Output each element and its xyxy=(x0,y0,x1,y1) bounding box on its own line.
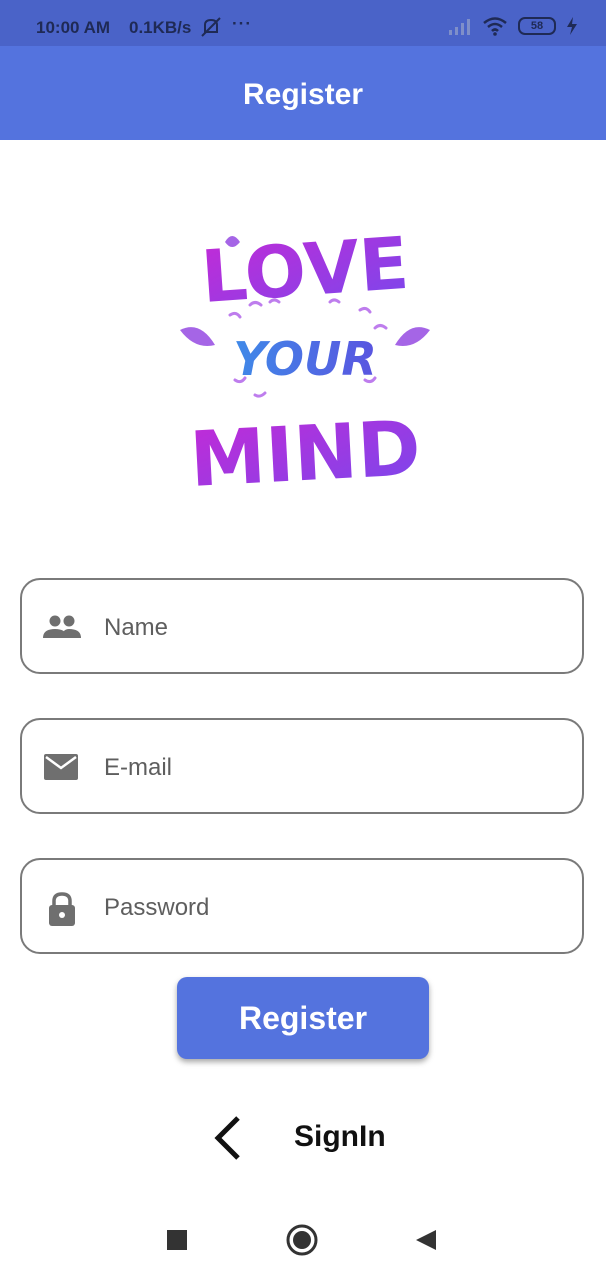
lock-icon xyxy=(42,892,82,926)
logo-love-text: LOVE xyxy=(199,221,412,319)
register-button[interactable]: Register xyxy=(177,977,429,1059)
logo-mind-text: MIND xyxy=(188,403,423,500)
status-more-icon: ··· xyxy=(232,14,252,33)
chevron-left-icon[interactable] xyxy=(210,1114,246,1167)
status-bar: 10:00 AM 0.1KB/s ··· 58 xyxy=(0,0,606,46)
name-input[interactable] xyxy=(102,600,566,656)
password-field[interactable] xyxy=(20,858,584,954)
logo-your-text: YOUR xyxy=(233,332,377,386)
status-network-speed: 0.1KB/s xyxy=(129,18,192,37)
back-button[interactable] xyxy=(414,1228,438,1257)
signal-icon xyxy=(449,19,470,35)
love-your-mind-logo: LOVE YOUR MIND xyxy=(180,221,430,500)
email-input[interactable] xyxy=(102,740,566,796)
people-icon xyxy=(42,612,82,642)
battery-icon: 58 xyxy=(518,17,556,35)
mute-bell-icon xyxy=(199,16,223,43)
email-field[interactable] xyxy=(20,718,584,814)
status-time: 10:00 AM xyxy=(36,18,111,37)
home-button[interactable] xyxy=(286,1224,318,1261)
system-nav-bar xyxy=(0,1200,606,1280)
page-title: Register xyxy=(242,78,364,111)
app-bar: Register xyxy=(0,46,606,140)
wifi-icon xyxy=(483,17,507,36)
battery-level: 58 xyxy=(518,17,556,35)
password-input[interactable] xyxy=(102,880,566,936)
name-field[interactable] xyxy=(20,578,584,674)
charging-icon xyxy=(567,17,577,35)
status-right: 58 xyxy=(448,16,578,36)
signin-label[interactable]: SignIn xyxy=(294,1120,386,1154)
signin-link[interactable]: SignIn xyxy=(210,1110,410,1170)
recent-apps-button[interactable] xyxy=(165,1228,189,1257)
mail-icon xyxy=(42,752,82,782)
